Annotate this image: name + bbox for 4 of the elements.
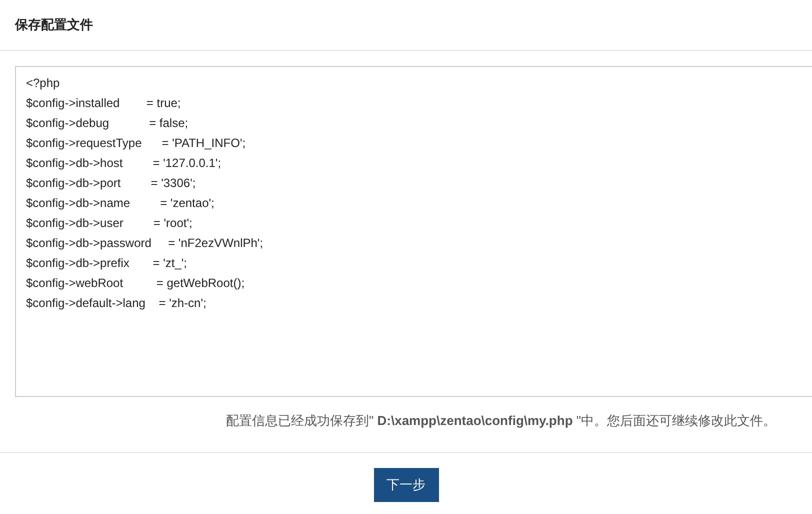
next-button[interactable]: 下一步 <box>374 468 438 502</box>
config-text-area[interactable]: <?php $config->installed = true; $config->debug = false; $config->requestType = 'PATH_INFO'; $config->db->host = '127.0.0.1'; $config->db->port = '3306'; $config->db->name = 'zentao'; $config->db->user = 'root'; $config->db->password = 'nF2ezVWnlPh'; $config->db->prefix = 'zt_'; $config->webRoot = getWebRoot(); $config->default->lang = 'zh-cn'; <box>15 66 812 397</box>
panel-title: 保存配置文件 <box>15 16 94 34</box>
save-message: 配置信息已经成功保存到" D:\xampp\zentao\config\my.php "中。您后面还可继续修改此文件。 <box>226 412 776 430</box>
